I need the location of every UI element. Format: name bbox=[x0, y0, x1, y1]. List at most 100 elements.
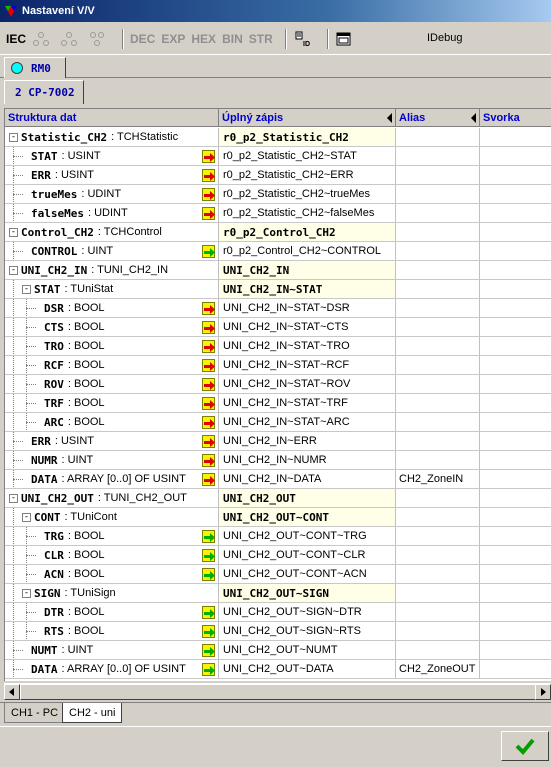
terminal-cell[interactable] bbox=[480, 242, 551, 260]
table-row[interactable]: ERR: USINT r0_p2_Statistic_CH2~ERR bbox=[5, 166, 551, 185]
dec-button[interactable]: DEC bbox=[130, 32, 155, 46]
structure-cell[interactable]: ERR: USINT bbox=[5, 166, 219, 184]
terminal-cell[interactable] bbox=[480, 432, 551, 450]
structure-cell[interactable]: - STAT: TUniStat bbox=[5, 280, 219, 298]
structure-cell[interactable]: ARC: BOOL bbox=[5, 413, 219, 431]
full-name-cell[interactable]: r0_p2_Control_CH2~CONTROL bbox=[219, 242, 396, 260]
alias-cell[interactable] bbox=[396, 527, 480, 545]
terminal-cell[interactable] bbox=[480, 527, 551, 545]
alias-cell[interactable] bbox=[396, 147, 480, 165]
full-name-cell[interactable]: r0_p2_Statistic_CH2~trueMes bbox=[219, 185, 396, 203]
structure-cell[interactable]: DTR: BOOL bbox=[5, 603, 219, 621]
collapse-icon[interactable]: - bbox=[9, 133, 18, 142]
table-row[interactable]: - Control_CH2: TCHControl r0_p2_Control_CH… bbox=[5, 223, 551, 242]
table-row[interactable]: CLR: BOOL UNI_CH2_OUT~CONT~CLR bbox=[5, 546, 551, 565]
full-name-cell[interactable]: r0_p2_Statistic_CH2~ERR bbox=[219, 166, 396, 184]
terminal-cell[interactable] bbox=[480, 147, 551, 165]
full-name-cell[interactable]: r0_p2_Control_CH2 bbox=[219, 223, 396, 241]
alias-cell[interactable] bbox=[396, 584, 480, 602]
scroll-thumb[interactable] bbox=[20, 684, 540, 700]
structure-cell[interactable]: TRO: BOOL bbox=[5, 337, 219, 355]
full-name-cell[interactable]: UNI_CH2_IN~ERR bbox=[219, 432, 396, 450]
structure-cell[interactable]: RCF: BOOL bbox=[5, 356, 219, 374]
alias-cell[interactable] bbox=[396, 394, 480, 412]
table-row[interactable]: DSR: BOOL UNI_CH2_IN~STAT~DSR bbox=[5, 299, 551, 318]
exp-button[interactable]: EXP bbox=[161, 32, 185, 46]
alias-cell[interactable] bbox=[396, 356, 480, 374]
collapse-arrow-icon[interactable] bbox=[471, 113, 476, 123]
structure-cell[interactable]: DSR: BOOL bbox=[5, 299, 219, 317]
collapse-icon[interactable]: - bbox=[9, 266, 18, 275]
table-row[interactable]: NUMR: UINT UNI_CH2_IN~NUMR bbox=[5, 451, 551, 470]
alias-cell[interactable] bbox=[396, 603, 480, 621]
table-row[interactable]: TRO: BOOL UNI_CH2_IN~STAT~TRO bbox=[5, 337, 551, 356]
structure-cell[interactable]: ROV: BOOL bbox=[5, 375, 219, 393]
terminal-cell[interactable] bbox=[480, 128, 551, 146]
ok-button[interactable] bbox=[501, 731, 549, 761]
table-row[interactable]: DTR: BOOL UNI_CH2_OUT~SIGN~DTR bbox=[5, 603, 551, 622]
scroll-left-icon[interactable] bbox=[4, 684, 20, 700]
terminal-cell[interactable] bbox=[480, 375, 551, 393]
structure-cell[interactable]: - CONT: TUniCont bbox=[5, 508, 219, 526]
structure-cell[interactable]: RTS: BOOL bbox=[5, 622, 219, 640]
table-row[interactable]: - UNI_CH2_OUT: TUNI_CH2_OUT UNI_CH2_OUT bbox=[5, 489, 551, 508]
alias-cell[interactable]: CH2_ZoneIN bbox=[396, 470, 480, 488]
terminal-cell[interactable] bbox=[480, 413, 551, 431]
table-row[interactable]: ERR: USINT UNI_CH2_IN~ERR bbox=[5, 432, 551, 451]
structure-cell[interactable]: DATA: ARRAY [0..0] OF USINT bbox=[5, 470, 219, 488]
full-name-cell[interactable]: r0_p2_Statistic_CH2 bbox=[219, 128, 396, 146]
full-name-cell[interactable]: UNI_CH2_OUT~CONT bbox=[219, 508, 396, 526]
full-name-cell[interactable]: r0_p2_Statistic_CH2~falseMes bbox=[219, 204, 396, 222]
module-tab[interactable]: 2 CP-7002 bbox=[4, 80, 84, 104]
full-name-cell[interactable]: UNI_CH2_OUT~CONT~TRG bbox=[219, 527, 396, 545]
terminal-cell[interactable] bbox=[480, 356, 551, 374]
alias-cell[interactable] bbox=[396, 185, 480, 203]
terminal-cell[interactable] bbox=[480, 546, 551, 564]
table-row[interactable]: - CONT: TUniCont UNI_CH2_OUT~CONT bbox=[5, 508, 551, 527]
structure-cell[interactable]: - Statistic_CH2: TCHStatistic bbox=[5, 128, 219, 146]
table-row[interactable]: ACN: BOOL UNI_CH2_OUT~CONT~ACN bbox=[5, 565, 551, 584]
scroll-right-icon[interactable] bbox=[535, 684, 551, 700]
alias-cell[interactable] bbox=[396, 432, 480, 450]
alias-cell[interactable] bbox=[396, 280, 480, 298]
full-name-cell[interactable]: UNI_CH2_OUT~SIGN~DTR bbox=[219, 603, 396, 621]
terminal-cell[interactable] bbox=[480, 489, 551, 507]
table-row[interactable]: TRF: BOOL UNI_CH2_IN~STAT~TRF bbox=[5, 394, 551, 413]
full-name-cell[interactable]: UNI_CH2_IN~STAT~ROV bbox=[219, 375, 396, 393]
structure-cell[interactable]: ACN: BOOL bbox=[5, 565, 219, 583]
alias-cell[interactable] bbox=[396, 565, 480, 583]
full-name-cell[interactable]: UNI_CH2_IN~DATA bbox=[219, 470, 396, 488]
terminal-cell[interactable] bbox=[480, 185, 551, 203]
structure-cell[interactable]: - UNI_CH2_IN: TUNI_CH2_IN bbox=[5, 261, 219, 279]
alias-cell[interactable] bbox=[396, 622, 480, 640]
full-name-cell[interactable]: UNI_CH2_OUT~SIGN~RTS bbox=[219, 622, 396, 640]
terminal-cell[interactable] bbox=[480, 508, 551, 526]
tab-ch1[interactable]: CH1 - PC bbox=[4, 703, 66, 723]
rm-tab[interactable]: RM0 bbox=[4, 57, 66, 78]
full-name-cell[interactable]: UNI_CH2_OUT~CONT~CLR bbox=[219, 546, 396, 564]
alias-cell[interactable] bbox=[396, 451, 480, 469]
alias-cell[interactable] bbox=[396, 204, 480, 222]
full-name-cell[interactable]: UNI_CH2_IN~STAT~TRO bbox=[219, 337, 396, 355]
alias-cell[interactable] bbox=[396, 508, 480, 526]
idebug-label[interactable]: IDebug bbox=[427, 32, 462, 44]
collapse-icon[interactable]: - bbox=[9, 494, 18, 503]
table-row[interactable]: CONTROL: UINT r0_p2_Control_CH2~CONTROL bbox=[5, 242, 551, 261]
structure-cell[interactable]: NUMR: UINT bbox=[5, 451, 219, 469]
full-name-cell[interactable]: UNI_CH2_IN~STAT~CTS bbox=[219, 318, 396, 336]
full-name-cell[interactable]: UNI_CH2_IN~STAT~ARC bbox=[219, 413, 396, 431]
str-button[interactable]: STR bbox=[249, 32, 273, 46]
full-name-cell[interactable]: UNI_CH2_OUT~CONT~ACN bbox=[219, 565, 396, 583]
alias-cell[interactable] bbox=[396, 318, 480, 336]
terminal-cell[interactable] bbox=[480, 565, 551, 583]
table-row[interactable]: STAT: USINT r0_p2_Statistic_CH2~STAT bbox=[5, 147, 551, 166]
table-row[interactable]: NUMT: UINT UNI_CH2_OUT~NUMT bbox=[5, 641, 551, 660]
terminal-cell[interactable] bbox=[480, 470, 551, 488]
terminal-cell[interactable] bbox=[480, 261, 551, 279]
structure-cell[interactable]: CONTROL: UINT bbox=[5, 242, 219, 260]
table-row[interactable]: CTS: BOOL UNI_CH2_IN~STAT~CTS bbox=[5, 318, 551, 337]
table-row[interactable]: ARC: BOOL UNI_CH2_IN~STAT~ARC bbox=[5, 413, 551, 432]
col-terminal-header[interactable]: Svorka bbox=[480, 109, 551, 127]
window-icon[interactable] bbox=[335, 30, 353, 48]
terminal-cell[interactable] bbox=[480, 299, 551, 317]
